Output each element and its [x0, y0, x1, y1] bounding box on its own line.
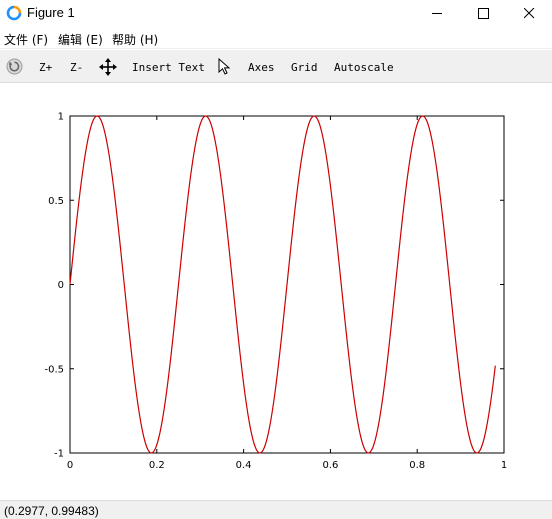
axes-button[interactable]: Axes [248, 61, 275, 74]
x-tick-label: 0.6 [322, 460, 338, 471]
x-tick-label: 0.2 [149, 460, 165, 471]
menu-edit[interactable]: 编辑 (E) [58, 31, 103, 48]
y-tick-label: 0 [58, 280, 64, 291]
x-tick-label: 0.8 [409, 460, 425, 471]
zoom-in-button[interactable]: Z+ [39, 61, 52, 74]
zoom-out-button[interactable]: Z- [70, 61, 83, 74]
grid-button[interactable]: Grid [291, 61, 318, 74]
cursor-coordinates: (0.2977, 0.99483) [4, 504, 99, 518]
rotate-icon[interactable] [6, 58, 23, 75]
menu-file[interactable]: 文件 (F) [4, 31, 48, 48]
y-tick-label: 1 [58, 112, 64, 123]
close-button[interactable] [506, 0, 552, 27]
status-bar: (0.2977, 0.99483) [0, 500, 552, 519]
menu-bar: 文件 (F) 编辑 (E) 帮助 (H) [0, 27, 552, 49]
minimize-button[interactable] [414, 0, 460, 27]
window-title: Figure 1 [27, 5, 75, 20]
y-tick-label: -1 [54, 449, 64, 460]
y-tick-label: 0.5 [48, 196, 64, 207]
select-pointer-icon[interactable] [218, 58, 231, 75]
plot-svg[interactable]: 0 0.2 0.4 0.6 0.8 1 1 0.5 0 -0.5 -1 [0, 84, 552, 500]
octave-logo-icon [6, 5, 22, 21]
y-tick-label: -0.5 [44, 364, 64, 375]
x-tick-label: 1 [501, 460, 507, 471]
maximize-button[interactable] [460, 0, 506, 27]
insert-text-button[interactable]: Insert Text [132, 61, 205, 74]
toolbar: Z+ Z- Insert Text Axes Grid Autoscale [0, 50, 552, 83]
autoscale-button[interactable]: Autoscale [334, 61, 394, 74]
x-tick-label: 0.4 [236, 460, 252, 471]
x-tick-label: 0 [67, 460, 73, 471]
close-icon [524, 8, 535, 19]
title-bar: Figure 1 [0, 0, 552, 27]
sine-series-line [69, 115, 496, 454]
menu-help[interactable]: 帮助 (H) [112, 31, 158, 48]
maximize-icon [478, 8, 489, 19]
minimize-icon [432, 13, 442, 14]
figure-canvas[interactable]: 0 0.2 0.4 0.6 0.8 1 1 0.5 0 -0.5 -1 [0, 84, 552, 500]
pan-icon[interactable] [99, 58, 117, 76]
